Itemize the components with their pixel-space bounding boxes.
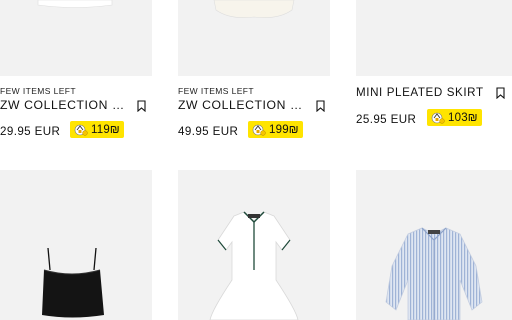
bookmark-icon[interactable] xyxy=(316,100,325,112)
product-name[interactable]: ZW COLLECTION EMBROIDERED... xyxy=(178,98,308,112)
product-image[interactable] xyxy=(178,170,330,320)
price-badge: 103₪ xyxy=(427,109,482,126)
white-polo-dress-image xyxy=(209,211,299,320)
product-name[interactable]: ZW COLLECTION EMBROIDERED... xyxy=(0,98,130,112)
product-price: 29.95 EUR xyxy=(0,125,61,138)
bookmark-icon[interactable] xyxy=(496,87,505,99)
product-name[interactable]: MINI PLEATED SKIRT xyxy=(356,86,490,99)
coin-mascot-icon xyxy=(74,124,88,136)
stock-tag: FEW ITEMS LEFT xyxy=(0,86,76,96)
product-image[interactable] xyxy=(356,0,512,76)
garment-image xyxy=(37,0,113,8)
badge-amount: 119₪ xyxy=(91,123,120,136)
striped-blue-shirt-image xyxy=(385,227,483,320)
product-image[interactable] xyxy=(356,170,512,320)
product-image[interactable] xyxy=(178,0,330,76)
coin-mascot-icon xyxy=(431,112,445,124)
badge-amount: 199₪ xyxy=(269,123,299,136)
price-badge: 199₪ xyxy=(248,121,303,138)
black-crop-top-image xyxy=(42,247,104,318)
garment-image xyxy=(213,0,295,18)
product-image[interactable] xyxy=(0,0,152,76)
price-badge: 119₪ xyxy=(70,121,124,138)
stock-tag: FEW ITEMS LEFT xyxy=(178,86,254,96)
product-price: 25.95 EUR xyxy=(356,113,417,126)
product-price: 49.95 EUR xyxy=(178,125,239,138)
badge-amount: 103₪ xyxy=(448,111,478,124)
product-image[interactable] xyxy=(0,170,152,320)
bookmark-icon[interactable] xyxy=(137,100,146,112)
coin-mascot-icon xyxy=(252,124,266,136)
